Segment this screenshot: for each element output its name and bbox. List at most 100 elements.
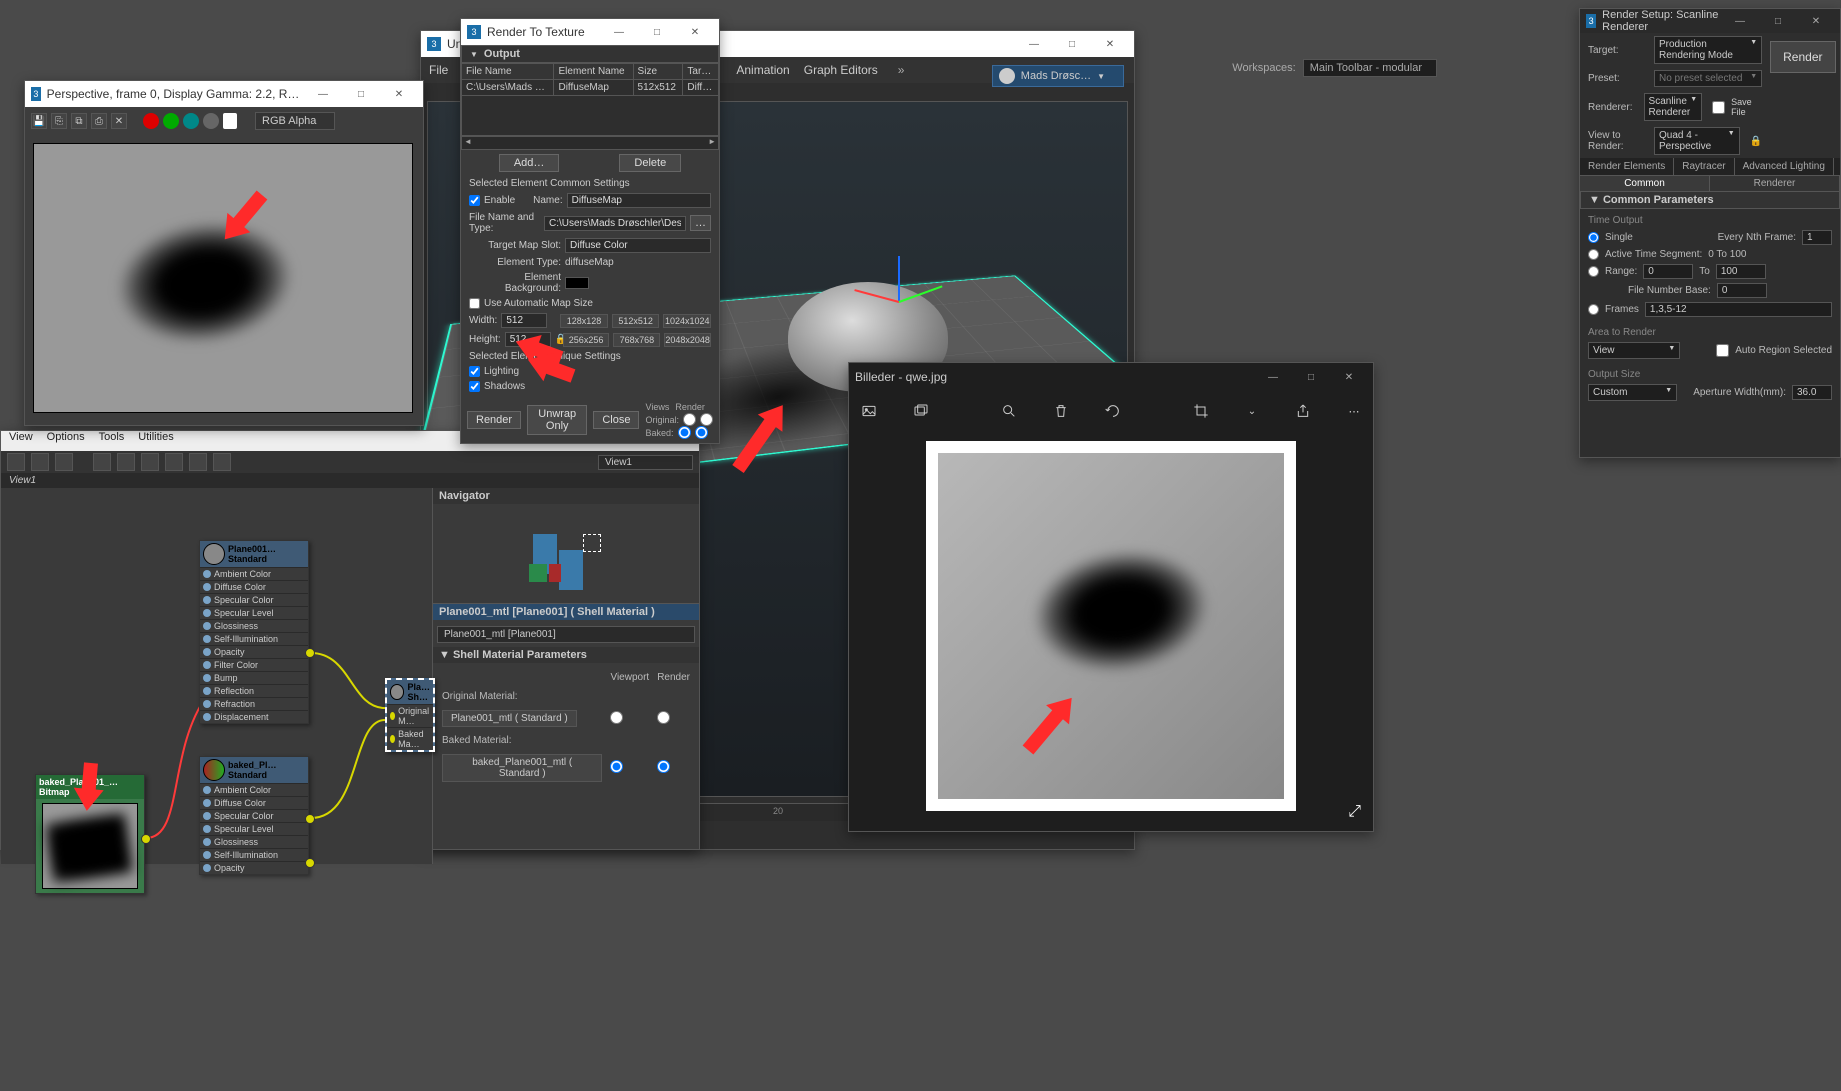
range-radio[interactable] bbox=[1588, 266, 1599, 277]
print-icon[interactable]: ⎙ bbox=[91, 113, 107, 129]
close-button[interactable]: ✕ bbox=[677, 21, 713, 43]
menu-options[interactable]: Options bbox=[47, 431, 85, 451]
close-button[interactable]: ✕ bbox=[381, 83, 417, 105]
output-port[interactable] bbox=[141, 834, 151, 844]
width-spinner[interactable] bbox=[501, 313, 547, 328]
close-button[interactable]: ✕ bbox=[1331, 366, 1367, 388]
targetslot-dropdown[interactable]: Diffuse Color bbox=[565, 238, 711, 253]
autoregion-checkbox[interactable] bbox=[1716, 344, 1729, 357]
tab-render-elements[interactable]: Render Elements bbox=[1580, 158, 1674, 175]
material-slot[interactable]: Self-Illumination bbox=[200, 848, 308, 861]
menu-more-icon[interactable]: » bbox=[898, 63, 905, 77]
material-slot[interactable]: Glossiness bbox=[200, 619, 308, 632]
tb-icon-4[interactable] bbox=[93, 453, 111, 471]
tb-icon-6[interactable] bbox=[141, 453, 159, 471]
node-shell-material[interactable]: Pla…Sh… Original M… Baked Ma… bbox=[385, 678, 435, 752]
maximize-button[interactable]: □ bbox=[1293, 366, 1329, 388]
chevron-down-icon[interactable]: ⌄ bbox=[1245, 401, 1259, 421]
material-slot[interactable]: Reflection bbox=[200, 684, 308, 697]
shadows-checkbox[interactable] bbox=[469, 381, 480, 392]
minimize-button[interactable]: — bbox=[1722, 10, 1758, 32]
render-original-radio[interactable] bbox=[700, 413, 713, 426]
material-slot[interactable]: Glossiness bbox=[200, 835, 308, 848]
unwrap-button[interactable]: Unwrap Only bbox=[527, 405, 587, 435]
maximize-button[interactable]: □ bbox=[1054, 33, 1090, 55]
clone-icon[interactable]: ⧉ bbox=[71, 113, 87, 129]
material-slot[interactable]: Ambient Color bbox=[200, 567, 308, 580]
material-slot[interactable]: Filter Color bbox=[200, 658, 308, 671]
output-port[interactable] bbox=[305, 858, 315, 868]
add-to-album-icon[interactable] bbox=[913, 401, 929, 421]
outsize-dropdown[interactable]: Custom▼ bbox=[1588, 384, 1677, 401]
col-size[interactable]: Size bbox=[633, 64, 683, 80]
col-filename[interactable]: File Name bbox=[462, 64, 554, 80]
close-button[interactable]: ✕ bbox=[1798, 10, 1834, 32]
minimize-button[interactable]: — bbox=[1016, 33, 1052, 55]
target-dropdown[interactable]: Production Rendering Mode▼ bbox=[1654, 36, 1762, 64]
menu-tools[interactable]: Tools bbox=[99, 431, 125, 451]
size-768-button[interactable]: 768x768 bbox=[613, 333, 660, 347]
menu-graph-editors[interactable]: Graph Editors bbox=[804, 63, 878, 77]
maximize-button[interactable]: □ bbox=[343, 83, 379, 105]
size-1024-button[interactable]: 1024x1024 bbox=[663, 314, 711, 328]
menu-animation[interactable]: Animation bbox=[736, 63, 789, 77]
rotate-icon[interactable] bbox=[1105, 401, 1121, 421]
size-256-button[interactable]: 256x256 bbox=[563, 333, 610, 347]
render-button[interactable]: Render bbox=[1770, 41, 1835, 73]
material-slot[interactable]: Specular Color bbox=[200, 593, 308, 606]
node-standard-2[interactable]: baked_Pl…Standard Ambient ColorDiffuse C… bbox=[199, 756, 309, 875]
copy-icon[interactable]: ⎘ bbox=[51, 113, 67, 129]
single-radio[interactable] bbox=[1588, 232, 1599, 243]
tb-icon-8[interactable] bbox=[189, 453, 207, 471]
delete-icon[interactable] bbox=[1053, 401, 1069, 421]
renderer-dropdown[interactable]: Scanline Renderer▼ bbox=[1644, 93, 1703, 121]
channel-red-button[interactable] bbox=[143, 113, 159, 129]
move-gizmo[interactable] bbox=[858, 262, 938, 342]
material-slot[interactable]: Opacity bbox=[200, 861, 308, 874]
material-slot[interactable]: Opacity bbox=[200, 645, 308, 658]
view-dropdown[interactable]: Quad 4 - Perspective▼ bbox=[1654, 127, 1740, 155]
view-dropdown[interactable]: View1 bbox=[598, 455, 693, 470]
tab-renderer[interactable]: Renderer bbox=[1710, 176, 1840, 191]
baked-material-button[interactable]: baked_Plane001_mtl ( Standard ) bbox=[442, 754, 602, 782]
tab-raytracer[interactable]: Raytracer bbox=[1674, 158, 1734, 175]
size-128-button[interactable]: 128x128 bbox=[560, 314, 608, 328]
zoom-icon[interactable] bbox=[1001, 401, 1017, 421]
elembg-swatch[interactable] bbox=[565, 277, 589, 289]
tb-icon-9[interactable] bbox=[213, 453, 231, 471]
size-2048-button[interactable]: 2048x2048 bbox=[664, 333, 711, 347]
save-icon[interactable]: 💾 bbox=[31, 113, 47, 129]
channel-green-button[interactable] bbox=[163, 113, 179, 129]
navigator[interactable] bbox=[433, 504, 699, 604]
output-port[interactable] bbox=[305, 814, 315, 824]
tb-icon-7[interactable] bbox=[165, 453, 183, 471]
menu-file[interactable]: File bbox=[429, 63, 448, 77]
view-all-icon[interactable] bbox=[861, 401, 877, 421]
crop-icon[interactable] bbox=[1193, 401, 1209, 421]
material-slot[interactable]: Diffuse Color bbox=[200, 580, 308, 593]
lock-icon[interactable]: 🔒 bbox=[555, 334, 559, 345]
views-baked-radio[interactable] bbox=[678, 426, 691, 439]
rtt-output-section[interactable]: Output bbox=[461, 45, 719, 63]
filebase-spinner[interactable] bbox=[1717, 283, 1767, 298]
tab-advanced-lighting[interactable]: Advanced Lighting bbox=[1735, 158, 1834, 175]
material-slot[interactable]: Specular Level bbox=[200, 822, 308, 835]
name-field[interactable] bbox=[567, 193, 711, 208]
maximize-button[interactable]: □ bbox=[639, 21, 675, 43]
output-port[interactable] bbox=[305, 648, 315, 658]
material-slot[interactable]: Self-Illumination bbox=[200, 632, 308, 645]
material-slot[interactable]: Specular Color bbox=[200, 809, 308, 822]
material-slot[interactable]: Refraction bbox=[200, 697, 308, 710]
shell-params-header[interactable]: ▼ Shell Material Parameters bbox=[433, 647, 699, 663]
tb-icon-1[interactable] bbox=[7, 453, 25, 471]
minimize-button[interactable]: — bbox=[1255, 366, 1291, 388]
material-slot[interactable]: Ambient Color bbox=[200, 783, 308, 796]
shell-material-pill[interactable]: Plane001_mtl [Plane001] bbox=[437, 626, 695, 643]
aperture-spinner[interactable] bbox=[1792, 385, 1832, 400]
channel-blue-button[interactable] bbox=[183, 113, 199, 129]
automap-checkbox[interactable] bbox=[469, 298, 480, 309]
filepath-browse-button[interactable]: … bbox=[690, 215, 711, 231]
more-icon[interactable]: ⋯ bbox=[1347, 401, 1361, 421]
user-chip[interactable]: Mads Drøsc… ▼ bbox=[992, 65, 1124, 87]
views-original-radio[interactable] bbox=[683, 413, 696, 426]
